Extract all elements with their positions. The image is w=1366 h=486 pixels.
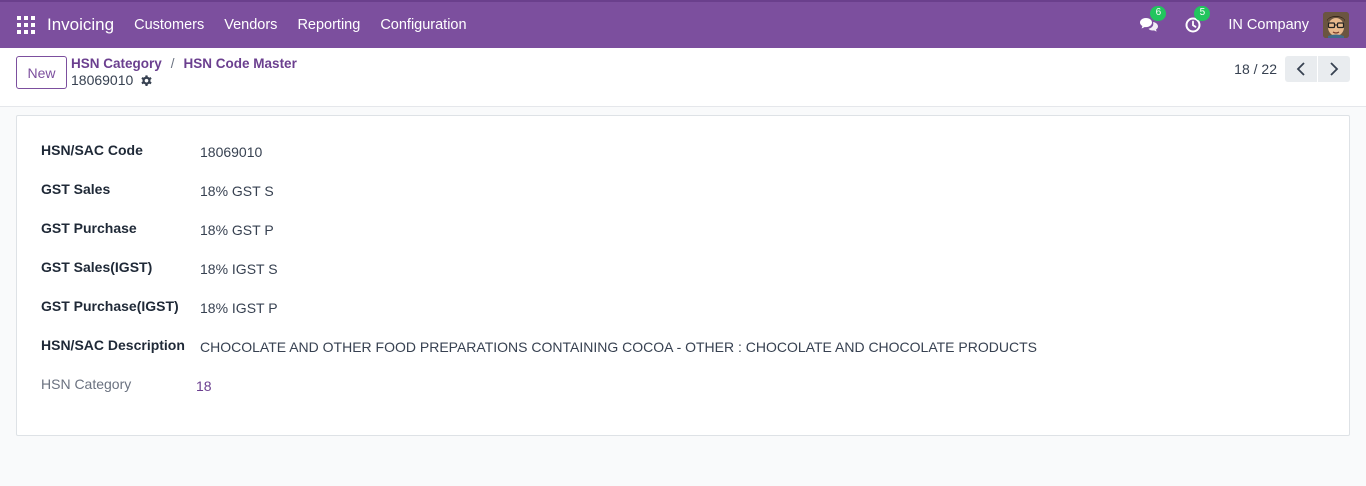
chevron-right-icon bbox=[1330, 62, 1339, 76]
hsn-category-link[interactable]: 18 bbox=[196, 378, 212, 394]
top-navbar: Invoicing Customers Vendors Reporting Co… bbox=[0, 0, 1366, 48]
messages-button[interactable]: 6 bbox=[1140, 6, 1167, 34]
pager-value[interactable]: 18 / 22 bbox=[1234, 61, 1277, 77]
apps-grid-icon[interactable] bbox=[17, 16, 35, 34]
avatar-icon bbox=[1323, 12, 1349, 38]
menu-reporting[interactable]: Reporting bbox=[297, 17, 360, 33]
menu-customers[interactable]: Customers bbox=[134, 17, 204, 33]
field-value[interactable]: 18% IGST S bbox=[200, 261, 278, 277]
pager: 18 / 22 bbox=[1234, 56, 1350, 82]
new-button[interactable]: New bbox=[16, 56, 67, 89]
breadcrumb-hsn-category[interactable]: HSN Category bbox=[71, 56, 162, 71]
pager-previous-button[interactable] bbox=[1285, 56, 1317, 82]
field-gst-purchase: GST Purchase 18% GST P bbox=[41, 220, 1331, 242]
breadcrumb-separator: / bbox=[170, 56, 175, 71]
field-label: GST Sales(IGST) bbox=[41, 259, 153, 275]
messages-count-badge: 6 bbox=[1150, 6, 1167, 21]
menu-configuration[interactable]: Configuration bbox=[380, 17, 466, 33]
field-hsn-sac-code: HSN/SAC Code 18069010 bbox=[41, 142, 1331, 164]
field-label: GST Purchase bbox=[41, 220, 137, 236]
field-label: HSN/SAC Description bbox=[41, 337, 185, 353]
user-avatar[interactable] bbox=[1323, 12, 1349, 38]
pager-next-button[interactable] bbox=[1318, 56, 1350, 82]
field-label: HSN/SAC Code bbox=[41, 142, 143, 158]
record-title: 18069010 bbox=[71, 72, 153, 88]
field-label: HSN Category bbox=[41, 376, 132, 392]
field-gst-sales: GST Sales 18% GST S bbox=[41, 181, 1331, 203]
field-hsn-category: HSN Category 18 bbox=[41, 376, 1331, 398]
field-gst-sales-igst: GST Sales(IGST) 18% IGST S bbox=[41, 259, 1331, 281]
field-label: GST Purchase(IGST) bbox=[41, 298, 179, 314]
gear-icon[interactable] bbox=[140, 74, 153, 87]
field-gst-purchase-igst: GST Purchase(IGST) 18% IGST P bbox=[41, 298, 1331, 320]
activities-count-badge: 5 bbox=[1194, 6, 1211, 21]
field-hsn-sac-description: HSN/SAC Description CHOCOLATE AND OTHER … bbox=[41, 337, 1331, 359]
field-label: GST Sales bbox=[41, 181, 111, 197]
form-sheet: HSN/SAC Code 18069010 GST Sales 18% GST … bbox=[16, 115, 1350, 436]
field-value[interactable]: CHOCOLATE AND OTHER FOOD PREPARATIONS CO… bbox=[200, 339, 1037, 355]
company-switcher[interactable]: IN Company bbox=[1228, 17, 1309, 33]
chevron-left-icon bbox=[1296, 62, 1305, 76]
control-panel: New HSN Category / HSN Code Master 18069… bbox=[0, 48, 1366, 107]
menu-vendors[interactable]: Vendors bbox=[224, 17, 277, 33]
field-value[interactable]: 18% IGST P bbox=[200, 300, 278, 316]
field-value[interactable]: 18069010 bbox=[200, 144, 262, 160]
breadcrumb-hsn-code-master[interactable]: HSN Code Master bbox=[184, 56, 297, 71]
activities-button[interactable]: 5 bbox=[1184, 6, 1211, 34]
record-name: 18069010 bbox=[71, 72, 134, 88]
field-value[interactable]: 18% GST S bbox=[200, 183, 274, 199]
breadcrumb: HSN Category / HSN Code Master bbox=[71, 56, 297, 71]
field-value[interactable]: 18% GST P bbox=[200, 222, 274, 238]
app-name[interactable]: Invoicing bbox=[47, 15, 114, 35]
